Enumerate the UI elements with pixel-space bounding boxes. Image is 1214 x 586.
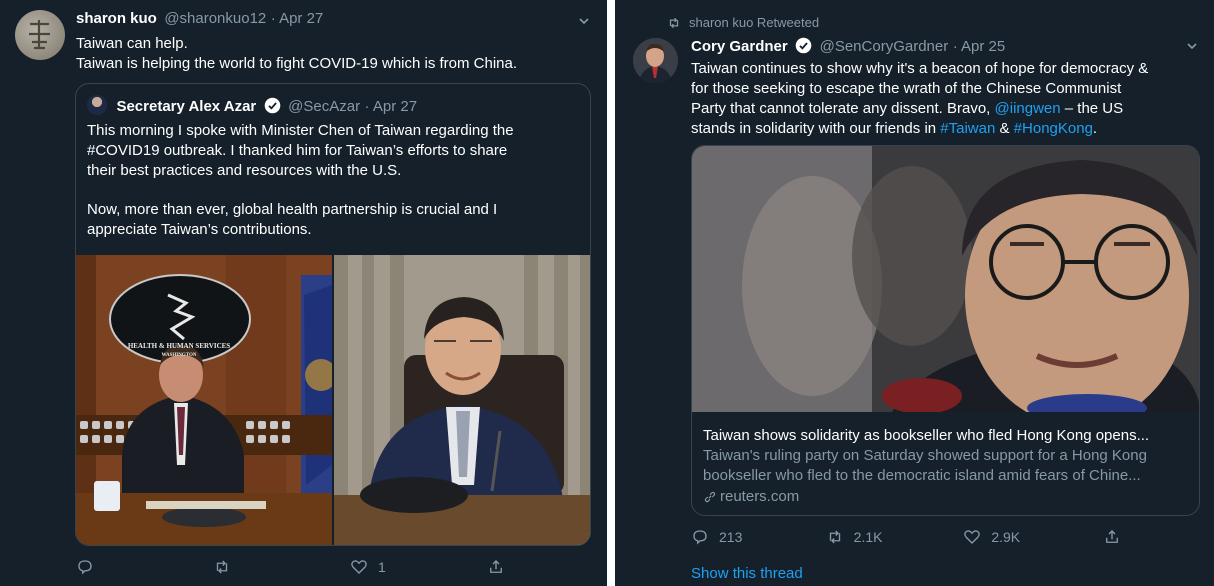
left-tweet-panel: sharon kuo @sharonkuo12 · Apr 27 Taiwan … [0, 0, 607, 586]
verified-badge-icon [264, 97, 281, 114]
link-card-domain-row: reuters.com [703, 486, 1193, 508]
retweet-icon [669, 17, 679, 28]
heart-icon [964, 530, 981, 544]
right-tweet-panel: sharon kuo Retweeted Cory Gardner @SenCo… [615, 0, 1214, 586]
text-span: Party that cannot tolerate any dissent. … [691, 100, 995, 117]
link-card[interactable]: Taiwan shows solidarity as bookseller wh… [691, 145, 1200, 516]
seal-text: HEALTH & HUMAN SERVICES WASHINGTON [114, 341, 244, 361]
heart-icon [351, 560, 367, 574]
reply-button[interactable] [76, 558, 213, 576]
reply-button[interactable]: 213 [691, 528, 826, 546]
like-button[interactable]: 1 [350, 558, 487, 576]
quoted-text-line: This morning I spoke with Minister Chen … [87, 122, 514, 139]
avatar-image [29, 20, 50, 50]
quoted-handle: @SecAzar [288, 98, 361, 115]
tweet-header: Cory Gardner @SenCoryGardner · Apr 25 [691, 37, 1006, 55]
quoted-text-line: #COVID19 outbreak. I thanked him for Tai… [87, 142, 508, 159]
quoted-author-name: Secretary Alex Azar [116, 98, 257, 115]
retweet-icon [216, 560, 228, 574]
retweet-context: sharon kuo Retweeted [667, 15, 819, 30]
seal-line: WASHINGTON [161, 353, 197, 358]
tweet-date[interactable]: Apr 27 [279, 10, 323, 27]
avatar[interactable] [633, 38, 678, 83]
show-thread-link[interactable]: Show this thread [691, 565, 803, 582]
bookseller-photo [692, 146, 1199, 426]
text-span: . [1092, 120, 1098, 137]
link-card-domain: reuters.com [720, 488, 800, 505]
quoted-text-line: Now, more than ever, global health partn… [87, 201, 498, 218]
retweet-button[interactable] [213, 558, 350, 576]
tweet-text-line: Taiwan continues to show why it's a beac… [691, 60, 1149, 77]
link-card-image [692, 146, 1199, 426]
office-scene-image [76, 255, 332, 545]
like-count: 2.9K [991, 529, 1021, 545]
share-button[interactable] [1103, 528, 1121, 546]
link-card-title: Taiwan shows solidarity as bookseller wh… [703, 427, 1150, 444]
tweet-date[interactable]: Apr 25 [961, 38, 1005, 55]
link-card-description: Taiwan's ruling party on Saturday showed… [703, 447, 1147, 464]
quoted-text-line: appreciate Taiwan’s contributions. [87, 221, 312, 238]
like-count: 1 [378, 559, 386, 575]
author-handle[interactable]: @SenCoryGardner [820, 38, 949, 55]
chevron-down-icon[interactable] [578, 15, 590, 27]
reply-icon [693, 530, 707, 545]
link-card-body: Taiwan shows solidarity as bookseller wh… [703, 426, 1193, 508]
author-name[interactable]: sharon kuo [76, 10, 157, 27]
tweet-text-line: for those seeking to escape the wrath of… [691, 80, 1122, 97]
author-handle[interactable]: @sharonkuo12 [164, 10, 266, 27]
minister-portrait-image [334, 255, 590, 545]
text-span: & [995, 120, 1014, 137]
quoted-date: Apr 27 [372, 98, 418, 115]
share-icon [1106, 530, 1118, 543]
quoted-tweet[interactable]: Secretary Alex Azar @SecAzar · Apr 27 Th… [75, 83, 591, 546]
reply-count: 213 [719, 529, 743, 545]
avatar[interactable] [15, 10, 65, 60]
tweet-text: Taiwan continues to show why it's a beac… [691, 59, 1148, 139]
mention-link[interactable]: @iingwen [995, 100, 1061, 117]
quoted-avatar [87, 95, 107, 115]
verified-badge-icon [795, 37, 812, 54]
seal-line: HEALTH & HUMAN SERVICES [127, 342, 231, 350]
share-button[interactable] [487, 558, 505, 576]
author-name[interactable]: Cory Gardner [691, 38, 788, 55]
tweet-header: sharon kuo @sharonkuo12 · Apr 27 [76, 10, 324, 27]
hashtag-link[interactable]: #HongKong [1014, 120, 1093, 137]
text-span: stands in solidarity with our friends in [691, 120, 941, 137]
retweet-label[interactable]: sharon kuo Retweeted [689, 15, 819, 30]
media-photo-left[interactable] [76, 255, 332, 545]
retweet-count: 2.1K [853, 529, 883, 545]
tweet-text-line: Taiwan can help. [76, 35, 188, 52]
tweet-text-line: Taiwan is helping the world to fight COV… [76, 55, 518, 72]
quoted-tweet-header: Secretary Alex Azar @SecAzar · Apr 27 [87, 95, 417, 116]
chevron-down-icon[interactable] [1186, 40, 1198, 52]
avatar-image [633, 38, 678, 83]
reply-icon [78, 560, 92, 575]
link-card-description: bookseller who fled to the democratic is… [703, 467, 1141, 484]
text-span: – the US [1060, 100, 1124, 117]
retweet-icon [829, 530, 840, 544]
like-button[interactable]: 2.9K [963, 528, 1103, 546]
retweet-button[interactable]: 2.1K [826, 528, 964, 546]
media-photo-right[interactable] [334, 255, 590, 545]
share-icon [490, 560, 502, 573]
tweet-text-line: Party that cannot tolerate any dissent. … [691, 99, 1148, 119]
tweet-actions: 213 2.1K 2.9K [691, 528, 1121, 546]
quoted-text-line: their best practices and resources with … [87, 162, 402, 179]
tweet-actions: 1 [76, 558, 506, 576]
hashtag-link[interactable]: #Taiwan [940, 120, 995, 137]
quoted-text: This morning I spoke with Minister Chen … [87, 121, 514, 240]
tweet-text-line: stands in solidarity with our friends in… [691, 119, 1148, 139]
tweet-text: Taiwan can help. Taiwan is helping the w… [76, 34, 517, 74]
link-icon [704, 491, 716, 503]
